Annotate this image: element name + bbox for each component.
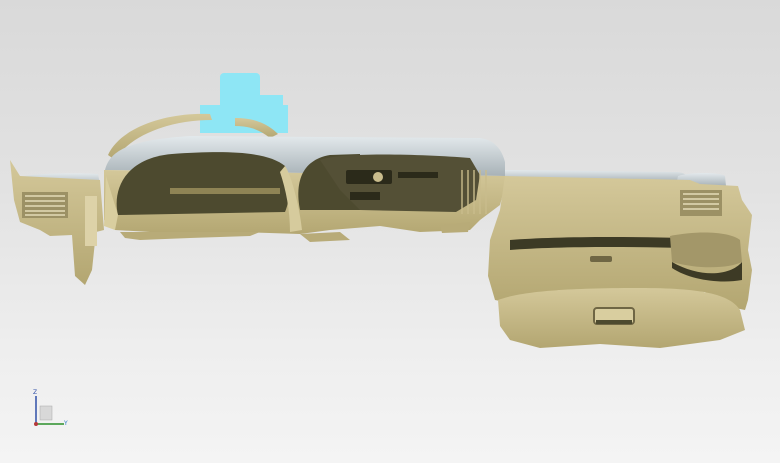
dashboard-scan-model[interactable] — [0, 0, 780, 463]
glovebox — [498, 288, 745, 348]
coordinate-triad: Z Y — [28, 388, 76, 436]
origin-point — [34, 422, 38, 426]
z-axis-label: Z — [33, 389, 38, 396]
y-axis-label: Y — [64, 420, 68, 427]
3d-viewport[interactable]: Z Y — [0, 0, 780, 463]
